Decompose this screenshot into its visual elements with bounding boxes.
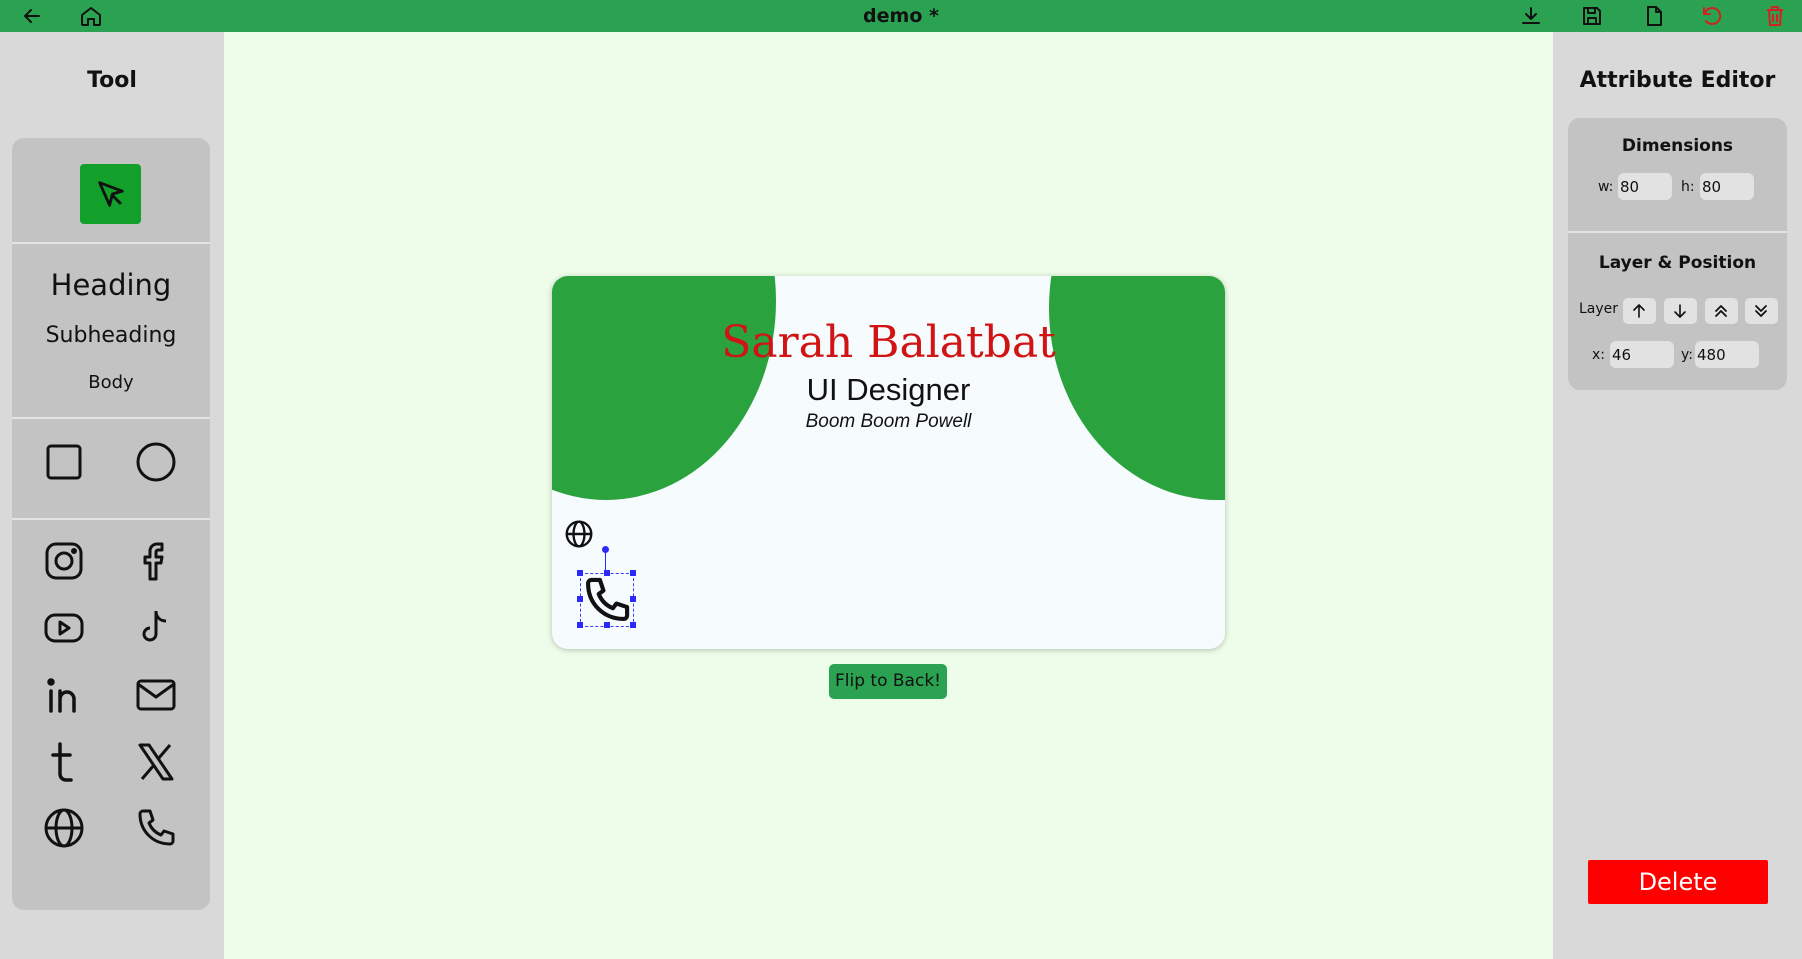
- resize-handle[interactable]: [630, 570, 636, 576]
- width-input[interactable]: [1618, 173, 1672, 200]
- double-arrow-down-icon: [1755, 305, 1767, 317]
- resize-handle[interactable]: [577, 622, 583, 628]
- attribute-editor-panel: Attribute Editor Dimensions w: h: Layer …: [1553, 32, 1802, 959]
- x-position-input[interactable]: [1610, 341, 1674, 368]
- tool-panel-title: Tool: [87, 68, 137, 93]
- arrow-up-icon: [1633, 304, 1645, 318]
- divider: [1568, 231, 1787, 233]
- tool-panel: Tool Heading Subheading Body: [0, 32, 224, 959]
- facebook-icon[interactable]: [134, 539, 178, 583]
- resize-handle[interactable]: [577, 596, 583, 602]
- instagram-icon[interactable]: [42, 539, 86, 583]
- attribute-editor-title: Attribute Editor: [1579, 68, 1776, 93]
- layer-down-button[interactable]: [1664, 298, 1697, 324]
- divider: [12, 417, 210, 419]
- card-role-text[interactable]: UI Designer: [556, 372, 1221, 408]
- card-globe-icon[interactable]: [564, 519, 594, 549]
- divider: [12, 518, 210, 520]
- card-phone-icon: [586, 577, 630, 621]
- body-tool[interactable]: Body: [12, 372, 210, 393]
- rotation-handle[interactable]: [602, 546, 609, 553]
- double-arrow-up-icon: [1715, 305, 1727, 317]
- cursor-icon: [98, 181, 124, 207]
- new-file-icon[interactable]: [1642, 4, 1666, 28]
- layer-position-title: Layer & Position: [1598, 253, 1757, 273]
- delete-button[interactable]: Delete: [1588, 860, 1768, 904]
- undo-icon[interactable]: [1700, 4, 1724, 28]
- layer-up-button[interactable]: [1623, 298, 1656, 324]
- globe-icon[interactable]: [42, 806, 86, 850]
- resize-handle[interactable]: [604, 622, 610, 628]
- resize-handle[interactable]: [630, 622, 636, 628]
- height-label: h:: [1681, 179, 1695, 195]
- tumblr-icon[interactable]: [42, 740, 86, 784]
- width-label: w:: [1598, 179, 1614, 195]
- layer-bottom-button[interactable]: [1745, 298, 1778, 324]
- phone-icon[interactable]: [134, 806, 178, 850]
- y-position-input[interactable]: [1695, 341, 1759, 368]
- y-label: y:: [1681, 347, 1693, 363]
- top-toolbar: demo *: [0, 0, 1802, 32]
- business-card-front[interactable]: Sarah Balatbat UI Designer Boom Boom Pow…: [552, 276, 1225, 649]
- linkedin-icon[interactable]: [42, 673, 86, 717]
- heading-tool[interactable]: Heading: [12, 268, 210, 302]
- flip-card-button[interactable]: Flip to Back!: [829, 664, 947, 699]
- mail-icon[interactable]: [134, 673, 178, 717]
- attribute-box: Dimensions w: h: Layer & Position Layer …: [1568, 118, 1787, 390]
- height-input[interactable]: [1700, 173, 1754, 200]
- resize-handle[interactable]: [630, 596, 636, 602]
- x-label: x:: [1592, 347, 1606, 363]
- layer-top-button[interactable]: [1705, 298, 1738, 324]
- selected-phone-element[interactable]: [577, 570, 636, 628]
- dimensions-title: Dimensions: [1621, 136, 1734, 156]
- select-tool-button[interactable]: [80, 164, 141, 224]
- resize-handle[interactable]: [604, 570, 610, 576]
- card-company-text[interactable]: Boom Boom Powell: [556, 411, 1221, 433]
- divider: [12, 242, 210, 244]
- card-name-text[interactable]: Sarah Balatbat: [556, 317, 1221, 368]
- arrow-down-icon: [1674, 304, 1686, 318]
- tool-box: Heading Subheading Body: [12, 138, 210, 910]
- subheading-tool[interactable]: Subheading: [12, 323, 210, 348]
- trash-icon[interactable]: [1763, 4, 1787, 28]
- layer-label: Layer: [1579, 301, 1619, 317]
- square-icon[interactable]: [42, 440, 86, 484]
- youtube-icon[interactable]: [42, 606, 86, 650]
- save-icon[interactable]: [1580, 4, 1604, 28]
- circle-icon[interactable]: [134, 440, 178, 484]
- x-twitter-icon[interactable]: [134, 740, 178, 784]
- download-icon[interactable]: [1519, 4, 1543, 28]
- tiktok-icon[interactable]: [134, 606, 178, 650]
- resize-handle[interactable]: [577, 570, 583, 576]
